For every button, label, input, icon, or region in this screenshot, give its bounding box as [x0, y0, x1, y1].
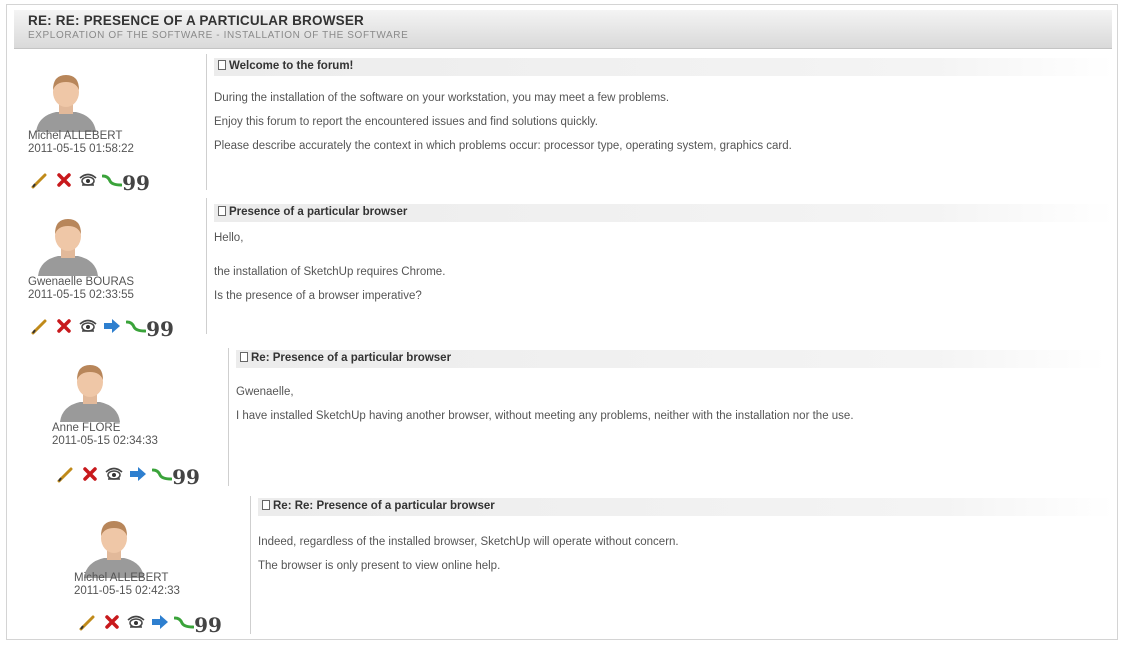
delete-icon[interactable]	[102, 612, 122, 632]
author-name[interactable]: Michel ALLEBERT	[28, 130, 122, 142]
post-subject[interactable]: Welcome to the forum!	[218, 60, 353, 72]
split-icon[interactable]	[174, 612, 194, 632]
author-name[interactable]: Gwenaelle BOURAS	[28, 276, 134, 288]
post-divider	[206, 198, 207, 334]
quote-icon[interactable]: 99	[194, 615, 222, 635]
avatar	[84, 521, 144, 578]
post-text: Indeed, regardless of the installed brow…	[258, 536, 679, 548]
split-icon[interactable]	[152, 464, 172, 484]
view-icon[interactable]	[78, 170, 98, 190]
post-body: Re: Re: Presence of a particular browser…	[258, 498, 1114, 628]
post-subject-text: Presence of a particular browser	[229, 206, 408, 218]
topic-title: RE: RE: PRESENCE OF A PARTICULAR BROWSER	[28, 13, 365, 28]
post-divider	[206, 54, 207, 190]
post-text: During the installation of the software …	[214, 92, 670, 104]
edit-icon[interactable]	[30, 316, 50, 336]
post-text: Gwenaelle,	[236, 386, 294, 398]
post-date: 2011-05-15 02:33:55	[28, 289, 134, 301]
breadcrumb[interactable]: EXPLORATION OF THE SOFTWARE - INSTALLATI…	[28, 30, 408, 41]
reply-icon[interactable]	[102, 316, 122, 336]
post-subject[interactable]: Re: Presence of a particular browser	[240, 352, 451, 364]
post-date: 2011-05-15 02:42:33	[74, 585, 180, 597]
post-author-block: Anne FLORE 2011-05-15 02:34:33 99	[44, 342, 224, 487]
post-actions: 99	[78, 612, 222, 635]
post-text: Please describe accurately the context i…	[214, 140, 792, 152]
author-name[interactable]: Anne FLORE	[52, 422, 120, 434]
edit-icon[interactable]	[56, 464, 76, 484]
post-subject[interactable]: Presence of a particular browser	[218, 206, 407, 218]
post-divider	[228, 348, 229, 486]
view-icon[interactable]	[104, 464, 124, 484]
quote-icon[interactable]: 99	[122, 173, 150, 193]
document-icon	[240, 352, 248, 362]
view-icon[interactable]	[126, 612, 146, 632]
post: Gwenaelle BOURAS 2011-05-15 02:33:55 99 …	[22, 196, 1114, 339]
post-date: 2011-05-15 02:34:33	[52, 435, 158, 447]
view-icon[interactable]	[78, 316, 98, 336]
post-text: Enjoy this forum to report the encounter…	[214, 116, 598, 128]
post-subject-text: Re: Presence of a particular browser	[251, 352, 452, 364]
edit-icon[interactable]	[78, 612, 98, 632]
delete-icon[interactable]	[54, 170, 74, 190]
post-subject-text: Re: Re: Presence of a particular browser	[273, 500, 495, 512]
subject-bar: Re: Presence of a particular browser	[236, 350, 1106, 368]
subject-bar: Welcome to the forum!	[214, 58, 1114, 76]
post-date: 2011-05-15 01:58:22	[28, 143, 134, 155]
post: Michel ALLEBERT 2011-05-15 01:58:22 99 W…	[22, 52, 1114, 194]
document-icon	[218, 206, 226, 216]
post-text: Hello,	[214, 232, 244, 244]
topic-header: RE: RE: PRESENCE OF A PARTICULAR BROWSER…	[14, 10, 1112, 49]
delete-icon[interactable]	[54, 316, 74, 336]
post-text: the installation of SketchUp requires Ch…	[214, 266, 446, 278]
post: Anne FLORE 2011-05-15 02:34:33 99 Re: Pr…	[44, 342, 1114, 490]
quote-icon[interactable]: 99	[172, 467, 200, 487]
author-name[interactable]: Michel ALLEBERT	[74, 572, 168, 584]
post-body: Re: Presence of a particular browser Gwe…	[236, 350, 1106, 480]
post-actions: 99	[30, 170, 150, 193]
split-icon[interactable]	[102, 170, 122, 190]
post: Michel ALLEBERT 2011-05-15 02:42:33 99 R…	[66, 494, 1114, 638]
post-text: Is the presence of a browser imperative?	[214, 290, 422, 302]
post-author-block: Michel ALLEBERT 2011-05-15 01:58:22 99	[22, 52, 202, 193]
reply-icon[interactable]	[150, 612, 170, 632]
split-icon[interactable]	[126, 316, 146, 336]
subject-bar: Re: Re: Presence of a particular browser	[258, 498, 1114, 516]
post-subject[interactable]: Re: Re: Presence of a particular browser	[262, 500, 495, 512]
subject-bar: Presence of a particular browser	[214, 204, 1114, 222]
avatar	[36, 75, 96, 132]
avatar	[38, 219, 98, 276]
post-body: Presence of a particular browser Hello, …	[214, 204, 1114, 334]
post-subject-text: Welcome to the forum!	[229, 60, 354, 72]
post-divider	[250, 496, 251, 634]
post-actions: 99	[56, 464, 200, 487]
post-author-block: Michel ALLEBERT 2011-05-15 02:42:33 99	[66, 494, 246, 635]
post-body: Welcome to the forum! During the install…	[214, 58, 1114, 188]
document-icon	[262, 500, 270, 510]
reply-icon[interactable]	[128, 464, 148, 484]
post-author-block: Gwenaelle BOURAS 2011-05-15 02:33:55 99	[22, 196, 202, 339]
avatar	[60, 365, 120, 422]
quote-icon[interactable]: 99	[146, 319, 174, 339]
post-actions: 99	[30, 316, 174, 339]
post-text: The browser is only present to view onli…	[258, 560, 501, 572]
post-text: I have installed SketchUp having another…	[236, 410, 854, 422]
document-icon	[218, 60, 226, 70]
delete-icon[interactable]	[80, 464, 100, 484]
edit-icon[interactable]	[30, 170, 50, 190]
